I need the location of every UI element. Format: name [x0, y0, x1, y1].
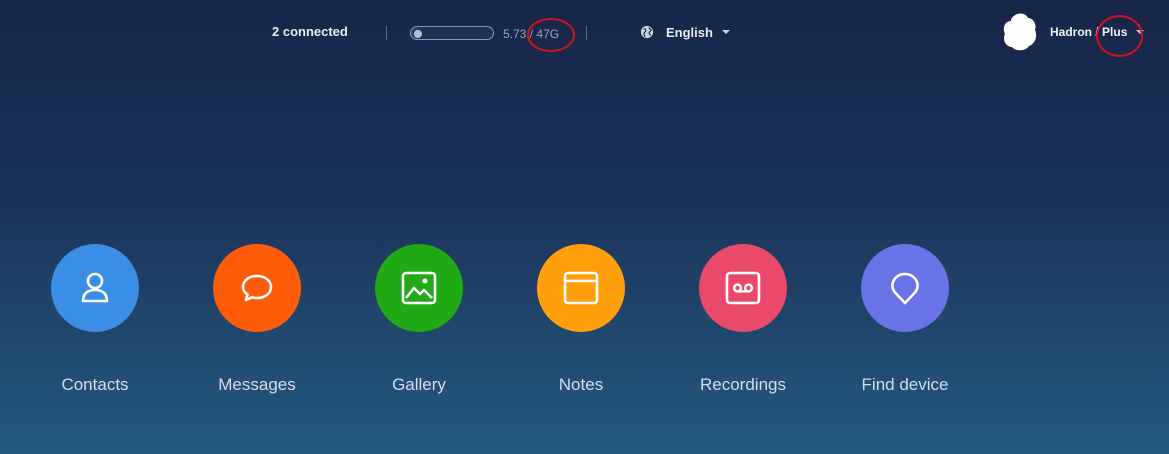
app-label: Messages: [218, 375, 296, 394]
storage-used: 5.73: [503, 27, 527, 41]
app-grid: Contacts Messages Gallery Notes Recordin…: [0, 244, 1169, 404]
app-icon-circle: [861, 244, 949, 332]
location-pin-icon: [891, 272, 919, 305]
divider: [386, 26, 387, 40]
divider: [586, 26, 587, 40]
language-selector[interactable]: English: [640, 23, 730, 41]
app-label: Recordings: [700, 375, 786, 394]
avatar: [1003, 13, 1037, 51]
app-label: Contacts: [61, 375, 129, 394]
app-label: Gallery: [392, 375, 446, 394]
app-label: Notes: [558, 375, 604, 394]
storage-usage-text: 5.73 / 47G: [503, 27, 559, 41]
app-notes[interactable]: Notes: [516, 244, 646, 404]
person-icon: [81, 272, 109, 303]
app-recordings[interactable]: Recordings: [678, 244, 808, 404]
storage-separator: /: [529, 27, 534, 41]
account-plan: Plus: [1102, 25, 1128, 39]
chevron-down-icon: [721, 30, 730, 34]
app-icon-circle: [213, 244, 301, 332]
top-bar: 2 connected 5.73 / 47G English Hadron / …: [0, 0, 1169, 64]
account-username: Hadron: [1050, 25, 1092, 39]
chat-bubble-icon: [241, 274, 273, 302]
app-messages[interactable]: Messages: [192, 244, 322, 404]
image-icon: [401, 271, 437, 305]
storage-progress-bar: [410, 26, 494, 40]
cassette-icon: [725, 271, 761, 305]
app-contacts[interactable]: Contacts: [30, 244, 160, 404]
account-separator: /: [1095, 25, 1099, 39]
app-icon-circle: [375, 244, 463, 332]
app-gallery[interactable]: Gallery: [354, 244, 484, 404]
storage-total: 47G: [536, 27, 560, 41]
account-name-text: Hadron / Plus: [1050, 25, 1127, 39]
chevron-down-icon: [1136, 30, 1145, 34]
language-label: English: [666, 24, 713, 40]
storage-progress-knob: [414, 30, 422, 38]
account-menu[interactable]: Hadron / Plus: [1002, 12, 1145, 52]
note-window-icon: [563, 271, 599, 305]
app-icon-circle: [699, 244, 787, 332]
app-label: Find device: [861, 375, 949, 394]
connected-devices-status: 2 connected: [272, 24, 348, 39]
app-find-device[interactable]: Find device: [840, 244, 970, 404]
app-icon-circle: [537, 244, 625, 332]
globe-icon: [640, 25, 654, 39]
app-icon-circle: [51, 244, 139, 332]
